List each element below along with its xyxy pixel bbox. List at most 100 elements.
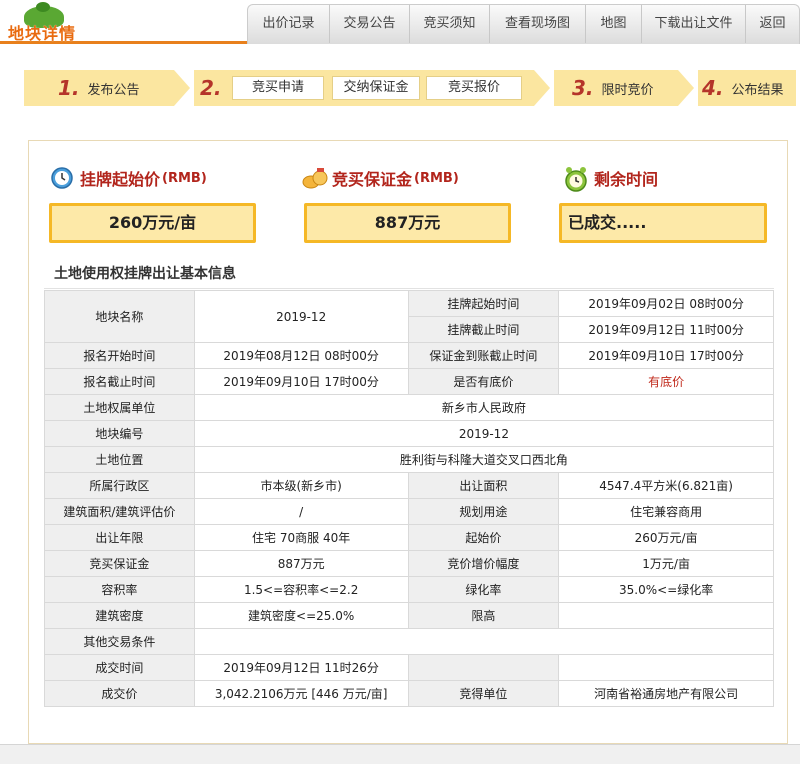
table-row: 容积率 1.5<=容积率<=2.2 绿化率 35.0%<=绿化率 xyxy=(44,576,774,603)
step-4: 4. 公布结果 xyxy=(698,70,796,106)
logo-text: 地块详情 xyxy=(8,24,77,43)
table-label: 出让面积 xyxy=(407,472,560,499)
table-value: 260万元/亩 xyxy=(558,524,774,551)
clock-icon xyxy=(50,166,74,190)
table-label: 容积率 xyxy=(44,576,195,603)
table-row: 建筑密度 建筑密度<=25.0% 限高 xyxy=(44,602,774,629)
deposit-value: 887万元 xyxy=(304,203,511,243)
leaf-bud-icon xyxy=(36,2,50,12)
site-logo: 地块详情 xyxy=(6,2,86,43)
table-label: 挂牌截止时间 xyxy=(407,316,560,343)
start-price-value: 260万元/亩 xyxy=(49,203,256,243)
table-value: 2019-12 xyxy=(193,290,409,343)
table-value: 3,042.2106万元 [446 万元/亩] xyxy=(193,680,409,707)
substep-pay-deposit[interactable]: 交纳保证金 xyxy=(332,76,420,100)
money-bag-icon xyxy=(302,166,328,190)
nav-map[interactable]: 地图 xyxy=(586,5,642,43)
table-label: 建筑面积/建筑评估价 xyxy=(44,498,195,525)
table-label: 成交时间 xyxy=(44,654,195,681)
table-row: 报名截止时间 2019年09月10日 17时00分 是否有底价 有底价 xyxy=(44,368,774,395)
substep-quote[interactable]: 竞买报价 xyxy=(426,76,522,100)
table-label: 成交价 xyxy=(44,680,195,707)
table-label: 起始价 xyxy=(407,524,560,551)
step-2-arrow xyxy=(534,70,550,106)
table-value: 2019-12 xyxy=(193,420,775,447)
step-3-number: 3. xyxy=(572,76,594,100)
section-divider xyxy=(44,288,774,289)
step-1-arrow xyxy=(174,70,190,106)
substep-apply[interactable]: 竞买申请 xyxy=(232,76,324,100)
start-price-heading: 挂牌起始价 (RMB) xyxy=(50,166,207,190)
table-value: 2019年09月10日 17时00分 xyxy=(193,368,409,395)
table-label: 建筑密度 xyxy=(44,602,195,629)
start-price-label: 挂牌起始价 xyxy=(80,170,161,189)
table-value: / xyxy=(193,498,409,525)
table-value: 新乡市人民政府 xyxy=(193,394,775,421)
table-value: 2019年08月12日 08时00分 xyxy=(193,342,409,369)
step-3-label: 限时竞价 xyxy=(601,82,654,98)
table-label xyxy=(407,654,560,681)
horizontal-scrollbar[interactable] xyxy=(0,744,800,764)
deposit-heading: 竞买保证金 (RMB) xyxy=(302,166,459,190)
table-row: 建筑面积/建筑评估价 / 规划用途 住宅兼容商用 xyxy=(44,498,774,525)
table-row: 土地权属单位 新乡市人民政府 xyxy=(44,394,775,421)
nav-bid-records[interactable]: 出价记录 xyxy=(248,5,330,43)
section-title: 土地使用权挂牌出让基本信息 xyxy=(54,266,236,282)
step-2-number: 2. xyxy=(200,76,222,100)
table-label: 是否有底价 xyxy=(407,368,560,395)
nav-back[interactable]: 返回 xyxy=(746,5,799,43)
table-label: 地块编号 xyxy=(44,420,195,447)
table-label: 出让年限 xyxy=(44,524,195,551)
table-label: 保证金到账截止时间 xyxy=(407,342,560,369)
table-label: 其他交易条件 xyxy=(44,628,195,655)
table-value: 住宅兼容商用 xyxy=(558,498,774,525)
table-value: 2019年09月02日 08时00分 xyxy=(558,290,774,317)
table-label: 土地位置 xyxy=(44,446,195,473)
top-header: 地块详情 出价记录 交易公告 竞买须知 查看现场图 地图 下载出让文件 返回 xyxy=(0,0,800,44)
deposit-unit: (RMB) xyxy=(414,170,459,186)
nav-site-photos[interactable]: 查看现场图 xyxy=(490,5,586,43)
table-value: 35.0%<=绿化率 xyxy=(558,576,774,603)
table-row: 其他交易条件 xyxy=(44,628,775,655)
table-label: 竞价增价幅度 xyxy=(407,550,560,577)
table-value: 2019年09月12日 11时26分 xyxy=(193,654,409,681)
table-label: 土地权属单位 xyxy=(44,394,195,421)
table-value xyxy=(558,654,774,681)
table-row: 竞买保证金 887万元 竞价增价幅度 1万元/亩 xyxy=(44,550,774,577)
table-value xyxy=(193,628,775,655)
table-label: 所属行政区 xyxy=(44,472,195,499)
deposit-label: 竞买保证金 xyxy=(332,170,413,189)
table-value xyxy=(558,602,774,629)
table-value: 1万元/亩 xyxy=(558,550,774,577)
step-4-number: 4. xyxy=(702,76,724,100)
reserve-price-status: 有底价 xyxy=(558,368,774,395)
alarm-clock-icon xyxy=(564,166,588,192)
table-row: 成交时间 2019年09月12日 11时26分 xyxy=(44,654,774,681)
nav-trade-notice[interactable]: 交易公告 xyxy=(330,5,410,43)
step-1-number: 1. xyxy=(58,76,80,100)
table-label: 地块名称 xyxy=(44,290,195,343)
table-label: 竞买保证金 xyxy=(44,550,195,577)
remaining-time-heading: 剩余时间 xyxy=(564,166,659,192)
table-row: 报名开始时间 2019年08月12日 08时00分 保证金到账截止时间 2019… xyxy=(44,342,774,369)
land-info-table: 地块名称 2019-12 挂牌起始时间 2019年09月02日 08时00分 挂… xyxy=(44,290,775,707)
remaining-time-label: 剩余时间 xyxy=(594,170,659,189)
table-row: 所属行政区 市本级(新乡市) 出让面积 4547.4平方米(6.821亩) xyxy=(44,472,774,499)
table-value: 4547.4平方米(6.821亩) xyxy=(558,472,774,499)
page: { "header": { "logo_text": "地块详情", "nav"… xyxy=(0,0,800,764)
nav-download-files[interactable]: 下载出让文件 xyxy=(642,5,746,43)
start-price-unit: (RMB) xyxy=(162,170,207,186)
table-value: 住宅 70商服 40年 xyxy=(193,524,409,551)
table-value: 建筑密度<=25.0% xyxy=(193,602,409,629)
table-value: 1.5<=容积率<=2.2 xyxy=(193,576,409,603)
table-row: 出让年限 住宅 70商服 40年 起始价 260万元/亩 xyxy=(44,524,774,551)
table-row: 成交价 3,042.2106万元 [446 万元/亩] 竞得单位 河南省裕通房地… xyxy=(44,680,774,707)
table-label: 竞得单位 xyxy=(407,680,560,707)
table-label: 报名截止时间 xyxy=(44,368,195,395)
remaining-time-value: 已成交..... xyxy=(559,203,767,243)
table-label: 绿化率 xyxy=(407,576,560,603)
step-3-arrow xyxy=(678,70,694,106)
process-steps: 1. 发布公告 2. 竞买申请 交纳保证金 竞买报价 3. 限时竞价 4. 公布… xyxy=(24,70,796,106)
table-label: 报名开始时间 xyxy=(44,342,195,369)
nav-bidding-rules[interactable]: 竞买须知 xyxy=(410,5,490,43)
